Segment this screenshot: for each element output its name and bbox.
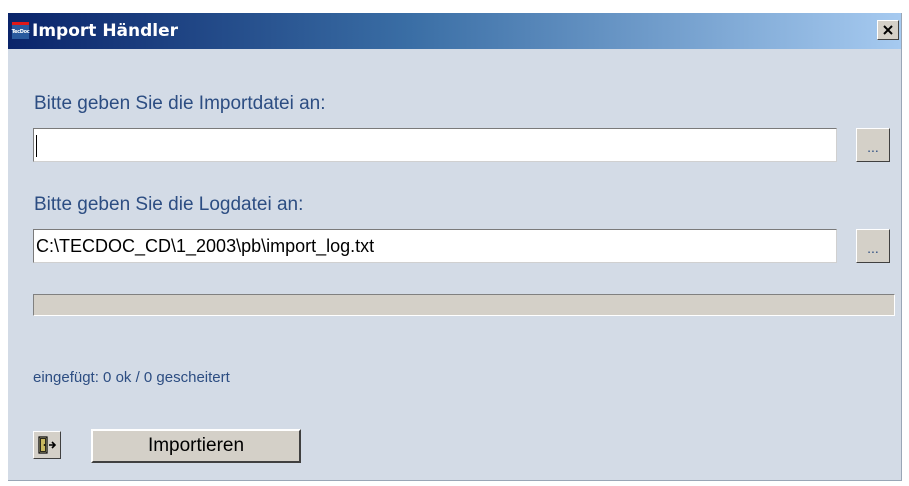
import-button[interactable]: Importieren	[91, 429, 301, 463]
import-file-browse-button[interactable]: ...	[856, 128, 890, 162]
import-file-label: Bitte geben Sie die Importdatei an:	[34, 93, 326, 114]
import-progress-bar	[33, 294, 895, 316]
log-file-label: Bitte geben Sie die Logdatei an:	[34, 194, 304, 215]
text-caret	[36, 135, 37, 158]
tecdoc-logo-icon: TecDoc	[11, 22, 30, 39]
log-file-value: C:\TECDOC_CD\1_2003\pb\import_log.txt	[36, 236, 375, 256]
exit-door-icon	[38, 436, 57, 454]
log-file-browse-button[interactable]: ...	[856, 229, 890, 263]
import-file-input[interactable]	[33, 128, 837, 162]
close-button[interactable]	[877, 20, 899, 40]
title-bar[interactable]: TecDoc Import Händler	[8, 13, 901, 49]
status-text: eingefügt: 0 ok / 0 gescheitert	[33, 369, 230, 386]
exit-button[interactable]	[33, 431, 61, 459]
close-icon	[883, 25, 893, 35]
log-file-input[interactable]: C:\TECDOC_CD\1_2003\pb\import_log.txt	[33, 229, 837, 263]
logo-text: TecDoc	[11, 29, 30, 35]
window-title: Import Händler	[32, 21, 179, 41]
import-dialog: TecDoc Import Händler Bitte geben Sie di…	[8, 13, 902, 481]
